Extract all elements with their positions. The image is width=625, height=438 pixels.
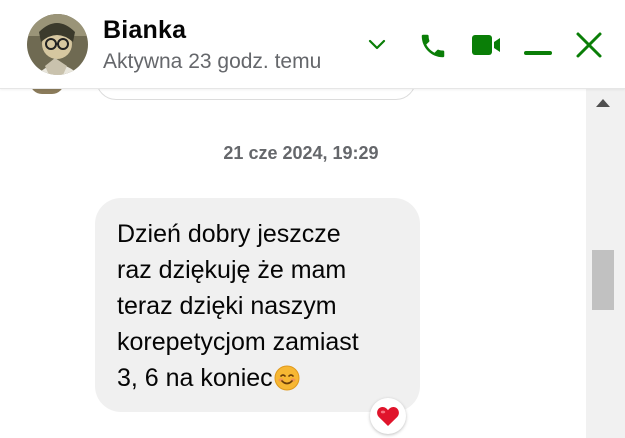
message-list: 21 cze 2024, 19:29 Dzień dobry jeszcze r…: [0, 88, 586, 438]
chevron-down-icon[interactable]: [366, 36, 388, 52]
previous-message-bubble[interactable]: [96, 88, 416, 100]
contact-name[interactable]: Bianka: [103, 16, 186, 45]
message-line: teraz dzięki naszym: [117, 292, 337, 320]
message-line: raz dziękuję że mam: [117, 256, 347, 284]
smiling-face-emoji: [274, 365, 300, 401]
contact-status: Aktywna 23 godz. temu: [103, 50, 322, 73]
message-line-last: 3, 6 na koniec: [117, 360, 400, 401]
minimize-icon[interactable]: [523, 43, 553, 55]
message-line-text: 3, 6 na koniec: [117, 364, 273, 392]
close-icon[interactable]: [574, 30, 604, 60]
message-timestamp: 21 cze 2024, 19:29: [223, 143, 379, 163]
scrollbar-thumb[interactable]: [592, 250, 614, 310]
heart-reaction-icon[interactable]: [370, 398, 406, 434]
scrollbar[interactable]: [586, 88, 625, 438]
avatar[interactable]: [27, 14, 88, 75]
chat-header: Bianka Aktywna 23 godz. temu: [0, 0, 625, 89]
message-line: korepetycjom zamiast: [117, 328, 359, 356]
video-camera-icon[interactable]: [470, 33, 502, 57]
scroll-up-arrow-icon[interactable]: [596, 99, 610, 107]
message-bubble[interactable]: Dzień dobry jeszcze raz dziękuję że mam …: [95, 198, 420, 412]
chat-window: Bianka Aktywna 23 godz. temu 21 cze 2024…: [0, 0, 625, 438]
phone-icon[interactable]: [417, 31, 449, 61]
message-line: Dzień dobry jeszcze: [117, 220, 341, 248]
